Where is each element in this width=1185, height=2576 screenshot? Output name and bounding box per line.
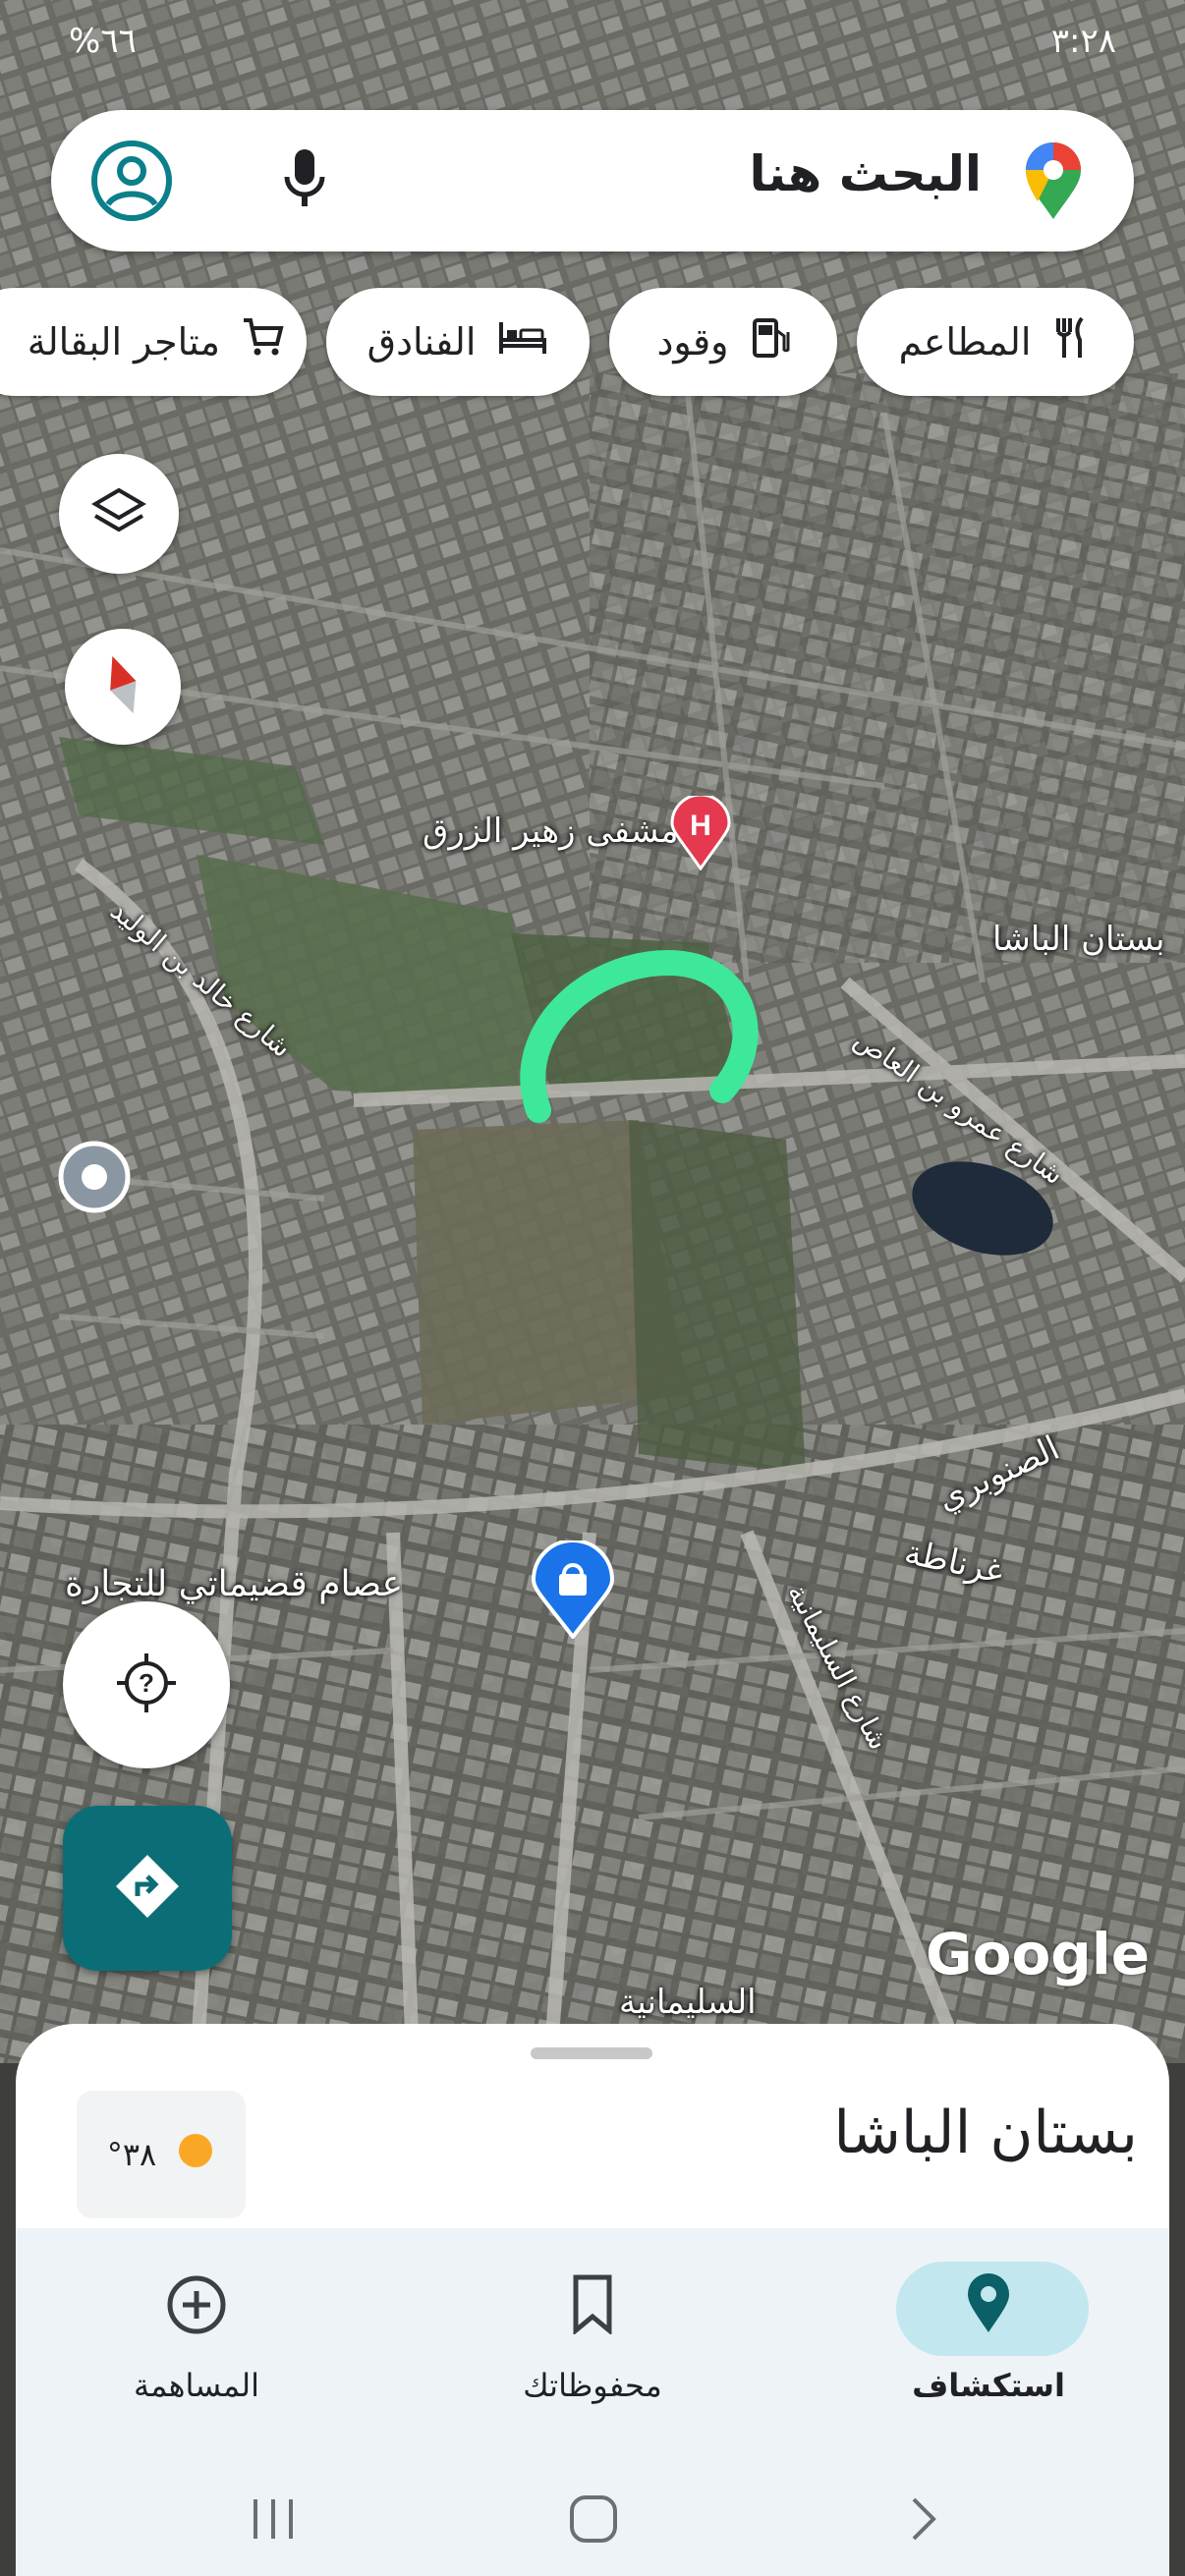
map-label-area-basha: بستان الباشا [992,920,1165,959]
map-label-hospital: مشفى زهير الزرق [423,812,679,851]
map-label-store: عصام قضيماتي للتجارة [65,1564,404,1604]
google-watermark: Google [926,1921,1151,1988]
search-bar[interactable]: البحث هنا [51,110,1134,252]
fuel-icon [751,316,790,368]
home-icon[interactable] [568,2493,619,2548]
chip-label: وقود [656,320,729,364]
directions-button[interactable] [63,1806,232,1971]
drag-handle[interactable] [531,2047,652,2059]
shopping-cart-icon [242,316,285,368]
search-input[interactable]: البحث هنا [749,145,982,202]
chip-label: الفنادق [367,320,477,364]
recent-apps-icon[interactable] [248,2493,299,2548]
system-navigation-bar [16,2464,1169,2576]
chip-fuel[interactable]: وقود [609,288,837,396]
map-label-area-sulaymaniyah: السليمانية [619,1983,757,2022]
nav-label: المساهمة [134,2367,259,2404]
compass-icon [101,650,144,723]
explore-pin-icon [841,2273,1136,2334]
account-avatar-icon[interactable] [88,138,175,228]
maps-pin-logo-icon [1024,142,1083,225]
back-icon[interactable] [898,2493,949,2548]
nav-saved[interactable]: محفوظاتك [445,2244,740,2440]
status-bar: %٦٦ ٣:٢٨ [0,0,1185,79]
my-location-button[interactable]: ? [63,1601,230,1768]
bookmark-icon [445,2273,740,2334]
clock: ٣:٢٨ [1050,22,1116,61]
svg-text:?: ? [139,1668,154,1698]
battery-level: %٦٦ [69,22,137,61]
temperature-value: °٣٨ [106,2136,157,2173]
bottom-navigation: استكشاف محفوظاتك المساهمة [16,2228,1169,2464]
layers-button[interactable] [59,454,179,574]
microphone-icon[interactable] [279,145,330,218]
nav-explore[interactable]: استكشاف [841,2244,1136,2440]
chip-label: متاجر البقالة [27,320,220,364]
chip-hotels[interactable]: الفنادق [326,288,590,396]
weather-chip[interactable]: °٣٨ [77,2091,246,2218]
nav-contribute[interactable]: المساهمة [49,2244,344,2440]
chip-restaurants[interactable]: المطاعم [857,288,1134,396]
svg-text:H: H [690,810,711,842]
restaurant-icon [1052,316,1092,368]
directions-icon [112,1851,183,1926]
layers-icon [91,484,146,543]
hotel-icon [497,318,548,366]
sun-icon [176,2131,215,2178]
chip-grocery[interactable]: متاجر البقالة [0,288,307,396]
location-unknown-icon: ? [115,1652,178,1718]
nav-label: استكشاف [912,2367,1065,2404]
compass-button[interactable] [65,629,181,745]
nav-label: محفوظاتك [523,2367,662,2404]
place-title: بستان الباشا [833,2099,1138,2167]
add-circle-icon [49,2273,344,2336]
chip-label: المطاعم [898,320,1032,364]
